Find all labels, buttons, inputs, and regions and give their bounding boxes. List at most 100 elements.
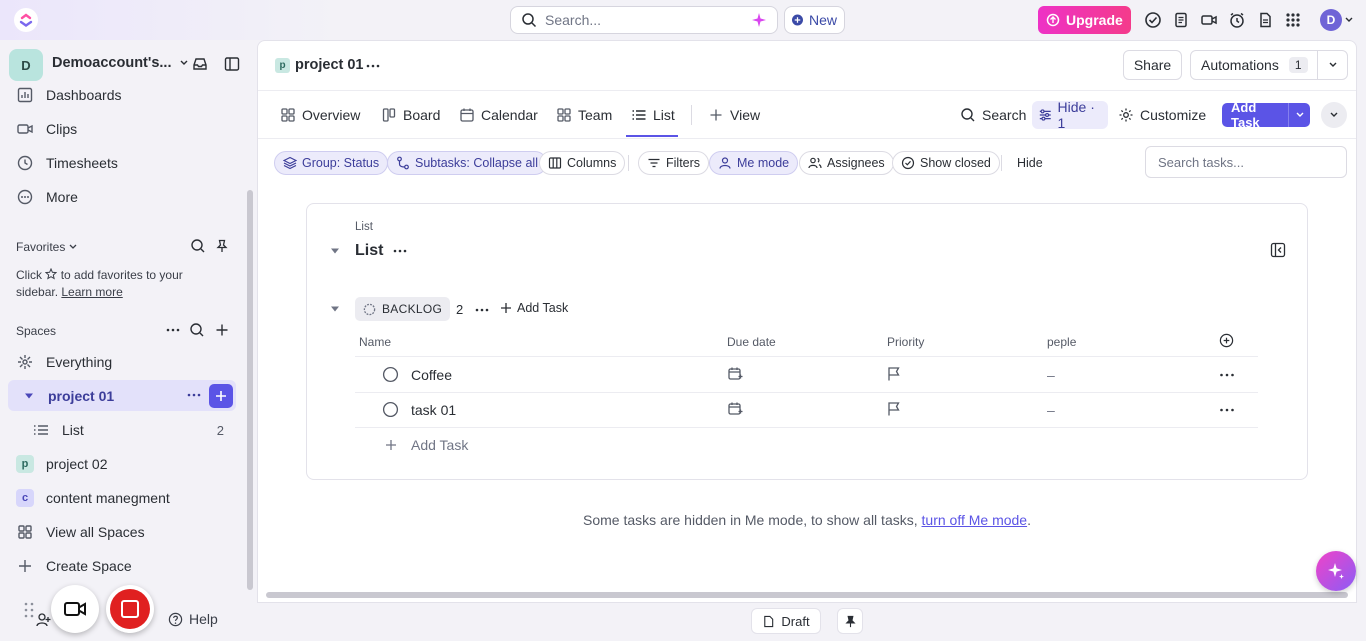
- column-header-name[interactable]: Name: [359, 335, 391, 349]
- sidebar-item-timesheets[interactable]: Timesheets: [16, 148, 236, 178]
- group-more-icon[interactable]: [474, 304, 490, 316]
- search-spaces-icon[interactable]: [189, 322, 205, 338]
- me-mode-chip[interactable]: Me mode: [709, 151, 799, 175]
- automations-dropdown[interactable]: [1317, 51, 1347, 79]
- inbox-icon[interactable]: [191, 55, 209, 73]
- add-task-row[interactable]: Add Task: [385, 437, 468, 453]
- pin-tray-button[interactable]: [837, 608, 863, 634]
- due-date-calendar-icon[interactable]: [727, 366, 743, 382]
- add-view-button[interactable]: View: [708, 93, 760, 137]
- task-name[interactable]: Coffee: [411, 367, 452, 383]
- tab-calendar[interactable]: Calendar: [459, 93, 538, 137]
- filters-chip[interactable]: Filters: [638, 151, 710, 175]
- new-button[interactable]: New: [784, 6, 845, 34]
- more-options-button[interactable]: [1321, 102, 1347, 128]
- apps-grid-icon[interactable]: [1283, 10, 1303, 30]
- favorites-header[interactable]: Favorites: [16, 240, 78, 254]
- add-column-icon[interactable]: [1219, 333, 1234, 348]
- pin-icon[interactable]: [214, 238, 230, 254]
- drag-handle-icon[interactable]: [24, 602, 34, 618]
- column-header-priority[interactable]: Priority: [887, 335, 924, 349]
- turn-off-me-mode-link[interactable]: turn off Me mode: [922, 512, 1028, 528]
- spaces-more-icon[interactable]: [165, 324, 181, 336]
- avatar-chevron-down-icon[interactable]: [1344, 16, 1354, 24]
- task-status-circle-icon[interactable]: [382, 366, 399, 383]
- priority-flag-icon[interactable]: [886, 366, 902, 382]
- add-task-inline-button[interactable]: Add Task: [500, 301, 568, 315]
- table-row[interactable]: [355, 393, 1258, 427]
- add-space-icon[interactable]: [214, 322, 230, 338]
- collapse-sidebar-icon[interactable]: [223, 55, 241, 73]
- search-view-button[interactable]: Search: [960, 93, 1026, 137]
- draft-button[interactable]: Draft: [751, 608, 821, 634]
- assignees-chip[interactable]: Assignees: [799, 151, 894, 175]
- search-favorites-icon[interactable]: [190, 238, 206, 254]
- priority-flag-icon[interactable]: [886, 401, 902, 417]
- invite-user-icon[interactable]: [36, 612, 52, 628]
- help-button[interactable]: Help: [168, 611, 218, 627]
- list-title[interactable]: List: [355, 242, 383, 260]
- add-task-dropdown[interactable]: [1288, 103, 1310, 127]
- task-people[interactable]: –: [1047, 367, 1055, 383]
- tab-list[interactable]: List: [631, 93, 675, 137]
- list-more-icon[interactable]: [392, 245, 408, 257]
- collapse-group-caret-icon[interactable]: [330, 305, 340, 313]
- video-record-icon[interactable]: [1199, 10, 1219, 30]
- columns-chip[interactable]: Columns: [539, 151, 626, 175]
- document-icon[interactable]: [1255, 10, 1275, 30]
- group-by-status-chip[interactable]: Group: Status: [274, 151, 389, 175]
- customize-button[interactable]: Customize: [1118, 93, 1206, 137]
- table-row[interactable]: [355, 357, 1258, 391]
- task-more-icon[interactable]: [1219, 406, 1235, 414]
- list-breadcrumb[interactable]: List: [355, 221, 373, 233]
- clickup-logo[interactable]: [14, 8, 38, 32]
- stop-recording-button[interactable]: [106, 585, 154, 633]
- sidebar-item-project-02[interactable]: p project 02: [16, 449, 236, 479]
- task-status-circle-icon[interactable]: [382, 401, 399, 418]
- page-title-more-icon[interactable]: [365, 60, 381, 72]
- status-badge[interactable]: BACKLOG: [355, 297, 451, 321]
- sidebar-item-clips[interactable]: Clips: [16, 114, 236, 144]
- tab-board[interactable]: Board: [381, 93, 440, 137]
- automations-button[interactable]: Automations 1: [1190, 50, 1348, 80]
- sidebar-item-everything[interactable]: Everything: [16, 347, 236, 377]
- search-tasks-input[interactable]: Search tasks...: [1145, 146, 1347, 178]
- check-circle-icon[interactable]: [1143, 10, 1163, 30]
- workspace-switcher[interactable]: Demoaccount's...: [52, 55, 189, 71]
- tab-team[interactable]: Team: [556, 93, 612, 137]
- tab-overview[interactable]: Overview: [280, 93, 360, 137]
- sidebar-scrollbar[interactable]: [247, 190, 253, 590]
- collapse-list-caret-icon[interactable]: [330, 247, 340, 255]
- project-more-icon[interactable]: [186, 389, 202, 401]
- sidebar-item-create-space[interactable]: Create Space: [16, 551, 236, 581]
- task-people[interactable]: –: [1047, 402, 1055, 418]
- sidebar-item-dashboards[interactable]: Dashboards: [16, 80, 236, 110]
- caret-down-icon[interactable]: [24, 392, 34, 400]
- global-search-input[interactable]: Search...: [510, 6, 778, 34]
- column-header-due-date[interactable]: Due date: [727, 335, 776, 349]
- record-video-button[interactable]: [51, 585, 99, 633]
- subtasks-chip[interactable]: Subtasks: Collapse all: [387, 151, 547, 175]
- sidebar-item-content-manegment[interactable]: c content manegment: [16, 483, 236, 513]
- hide-button[interactable]: Hide · 1: [1032, 99, 1108, 131]
- sidebar-item-more[interactable]: More: [16, 182, 236, 212]
- column-header-peple[interactable]: peple: [1047, 335, 1076, 349]
- sidebar-item-view-all-spaces[interactable]: View all Spaces: [16, 517, 236, 547]
- hide-columns-link[interactable]: Hide: [1017, 156, 1043, 170]
- add-to-project-button[interactable]: [209, 384, 233, 408]
- add-task-button[interactable]: Add Task: [1222, 100, 1310, 130]
- user-avatar[interactable]: D: [1320, 9, 1342, 31]
- ai-sparkle-icon[interactable]: [751, 12, 767, 28]
- horizontal-scrollbar[interactable]: [266, 592, 1348, 598]
- workspace-avatar[interactable]: D: [9, 49, 43, 81]
- upgrade-button[interactable]: Upgrade: [1038, 6, 1131, 34]
- notepad-icon[interactable]: [1171, 10, 1191, 30]
- due-date-calendar-icon[interactable]: [727, 401, 743, 417]
- task-name[interactable]: task 01: [411, 402, 456, 418]
- show-closed-chip[interactable]: Show closed: [892, 151, 1000, 175]
- learn-more-link[interactable]: Learn more: [61, 285, 122, 299]
- ai-assistant-button[interactable]: [1316, 551, 1356, 591]
- sidebar-item-list[interactable]: List 2: [32, 415, 232, 445]
- share-button[interactable]: Share: [1123, 50, 1182, 80]
- page-title[interactable]: project 01: [295, 57, 364, 73]
